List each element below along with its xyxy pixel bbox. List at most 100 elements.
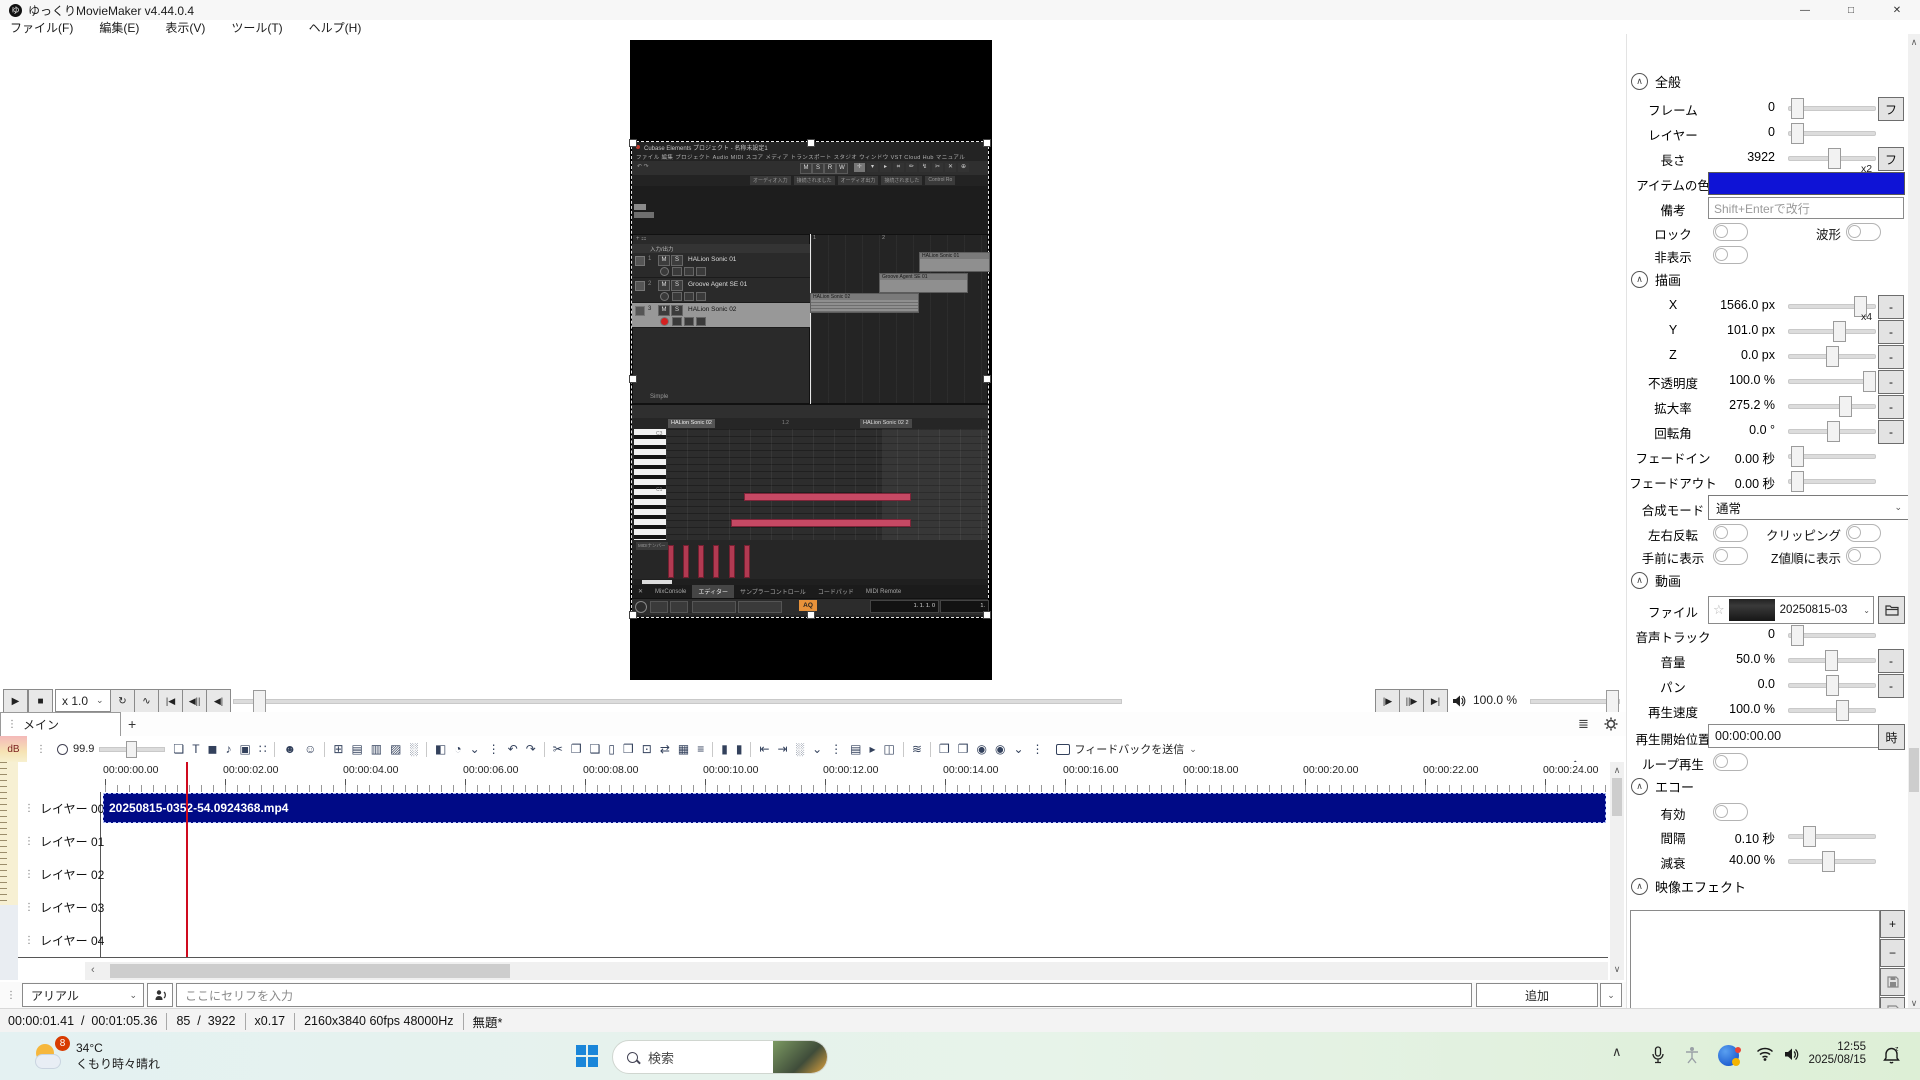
prop-slider-12[interactable]	[1788, 371, 1876, 392]
timeline-tool-icon-16[interactable]: ◧	[435, 742, 446, 756]
timeline-tool-icon-30[interactable]: ▦	[678, 742, 689, 756]
list-menu-icon[interactable]: ≣	[1578, 716, 1589, 732]
layer-label-0[interactable]: ⋮ レイヤー 00	[18, 792, 104, 825]
prop-slider-thumb-2[interactable]	[1791, 123, 1804, 144]
section-header-28[interactable]: ∧ エコー	[1631, 775, 1694, 797]
curve-editor-button[interactable]: ∿	[134, 689, 159, 714]
timeline-vscrollbar[interactable]: ∧ ∨	[1610, 762, 1624, 980]
timeline-tool-icon-47[interactable]: ❐	[939, 742, 950, 756]
prop-slider-25[interactable]	[1788, 700, 1876, 721]
time-picker-button[interactable]: 時	[1878, 724, 1905, 750]
prop-slider-22[interactable]	[1788, 625, 1876, 646]
timeline-tool-icon-51[interactable]: ⌄	[1013, 742, 1023, 756]
timeline-tool-icon-43[interactable]: ◫	[884, 742, 895, 756]
timeline-tool-icon-18[interactable]: ⌄	[470, 742, 480, 756]
selection-handle-4[interactable]	[983, 375, 991, 383]
prop-slider-thumb-11[interactable]	[1826, 346, 1839, 367]
item-color-swatch[interactable]	[1708, 172, 1905, 195]
menu-item-0[interactable]: ファイル(F)	[10, 19, 73, 36]
collapse-chevron-icon[interactable]: ∧	[1631, 72, 1648, 90]
stop-button[interactable]: ■	[28, 689, 53, 714]
file-select[interactable]: ☆ 20250815-03 ⌄	[1708, 596, 1874, 624]
prop-slider-thumb-24[interactable]	[1826, 675, 1839, 696]
serif-text-input[interactable]: ここにセリフを入力	[176, 983, 1472, 1007]
menu-item-4[interactable]: ヘルプ(H)	[309, 19, 362, 36]
timeline-hscrollbar[interactable]: ‹	[85, 962, 1608, 980]
timeline-tool-icon-10[interactable]: ⊞	[333, 742, 343, 756]
prop-slider-24[interactable]	[1788, 675, 1876, 696]
add-serif-dropdown-button[interactable]: ⌄	[1600, 983, 1622, 1007]
timeline-tool-icon-41[interactable]: ▤	[850, 742, 861, 756]
timeline-tool-icon-8[interactable]: ☺	[304, 742, 316, 756]
timeline-tool-icon-12[interactable]: ▥	[371, 742, 382, 756]
toggle-19-0[interactable]	[1713, 547, 1748, 565]
timeline-tool-icon-49[interactable]: ◉	[976, 742, 986, 756]
timeline-tool-icon-21[interactable]: ↷	[526, 742, 536, 756]
prop-slider-thumb-30[interactable]	[1803, 826, 1816, 847]
favorite-star-icon[interactable]: ☆	[1713, 602, 1725, 618]
timeline-tool-icon-7[interactable]: ☻	[283, 742, 296, 756]
toggle-29-0[interactable]	[1713, 803, 1748, 821]
layer-label-1[interactable]: ⋮ レイヤー 01	[18, 825, 104, 858]
prop-slider-thumb-22[interactable]	[1791, 625, 1804, 646]
collapse-chevron-icon[interactable]: ∧	[1631, 571, 1648, 589]
note-input[interactable]: Shift+Enterで改行	[1708, 197, 1904, 219]
prop-slider-1[interactable]	[1788, 98, 1876, 119]
prop-slider-31[interactable]	[1788, 851, 1876, 872]
timeline-tool-icon-5[interactable]: ∷	[259, 742, 267, 756]
section-header-20[interactable]: ∧ 動画	[1631, 569, 1681, 591]
timeline-tool-icon-27[interactable]: ❒	[623, 742, 634, 756]
prev-frame-button[interactable]: ◀|	[206, 689, 231, 714]
timeline-tool-icon-45[interactable]: ≋	[912, 742, 922, 756]
collapse-chevron-icon[interactable]: ∧	[1631, 270, 1648, 288]
tray-clock[interactable]: 12:55 2025/08/15	[1806, 1041, 1866, 1067]
timeline-vscrollbar-thumb[interactable]	[1612, 778, 1622, 816]
toggle-7-0[interactable]	[1713, 246, 1748, 264]
prop-adjust-button-9[interactable]: -	[1878, 295, 1904, 319]
tab-main[interactable]: ⋮ メイン	[0, 712, 121, 736]
seek-end-button[interactable]: ▶|	[1423, 689, 1448, 714]
prop-slider-9[interactable]	[1788, 296, 1876, 317]
prop-slider-thumb-16[interactable]	[1791, 471, 1804, 492]
timeline-tool-icon-4[interactable]: ▣	[240, 742, 251, 756]
timeline-scroll-down-icon[interactable]: ∨	[1610, 964, 1624, 975]
timeline-row-2[interactable]: ⋮ レイヤー 02	[18, 858, 1608, 892]
timeline-tool-icon-28[interactable]: ⊡	[642, 742, 652, 756]
notification-bell-icon[interactable]: z	[1882, 1045, 1901, 1065]
timeline-tool-icon-20[interactable]: ↶	[508, 742, 518, 756]
prop-slider-13[interactable]	[1788, 396, 1876, 417]
prop-slider-thumb-31[interactable]	[1822, 851, 1835, 872]
panel-scroll-up-icon[interactable]: ∧	[1908, 37, 1920, 48]
play-button[interactable]: ▶	[3, 689, 28, 714]
prop-slider-11[interactable]	[1788, 346, 1876, 367]
selection-handle-3[interactable]	[629, 375, 637, 383]
prop-adjust-button-11[interactable]: -	[1878, 345, 1904, 369]
wifi-icon[interactable]	[1756, 1047, 1774, 1061]
section-header-8[interactable]: ∧ 描画	[1631, 268, 1681, 290]
timeline-row-1[interactable]: ⋮ レイヤー 01	[18, 825, 1608, 859]
timeline-tool-icon-25[interactable]: ❑	[590, 742, 601, 756]
timeline-tool-icon-14[interactable]: ░	[409, 742, 418, 756]
section-header-32[interactable]: ∧ 映像エフェクト	[1631, 875, 1746, 897]
prop-adjust-button-3[interactable]: フ	[1878, 147, 1904, 171]
timeline-tool-icon-1[interactable]: T	[192, 742, 199, 756]
layer-label-4[interactable]: ⋮ レイヤー 04	[18, 924, 104, 957]
timeline-row-3[interactable]: ⋮ レイヤー 03	[18, 891, 1608, 925]
timeline-tool-icon-48[interactable]: ❐	[958, 742, 969, 756]
section-header-0[interactable]: ∧ 全般	[1631, 70, 1681, 92]
prop-adjust-button-14[interactable]: -	[1878, 420, 1904, 444]
prop-slider-2[interactable]	[1788, 123, 1876, 144]
seek-slider-thumb[interactable]	[253, 690, 266, 713]
timeline-row-4[interactable]: ⋮ レイヤー 04	[18, 924, 1608, 958]
toggle-6-1[interactable]	[1846, 223, 1881, 241]
prop-slider-thumb-23[interactable]	[1825, 650, 1838, 671]
open-file-button[interactable]	[1878, 596, 1905, 624]
timeline-tool-icon-37[interactable]: ⇥	[778, 742, 788, 756]
menu-item-3[interactable]: ツール(T)	[231, 19, 282, 36]
layer-label-2[interactable]: ⋮ レイヤー 02	[18, 858, 104, 891]
toggle-18-0[interactable]	[1713, 524, 1748, 542]
timeline-tool-icon-19[interactable]: ⋮	[488, 742, 500, 756]
speed-select[interactable]: x 1.0 ⌄	[55, 689, 113, 712]
timeline-tool-icon-40[interactable]: ⋮	[830, 742, 842, 756]
collapse-chevron-icon[interactable]: ∧	[1631, 877, 1648, 895]
